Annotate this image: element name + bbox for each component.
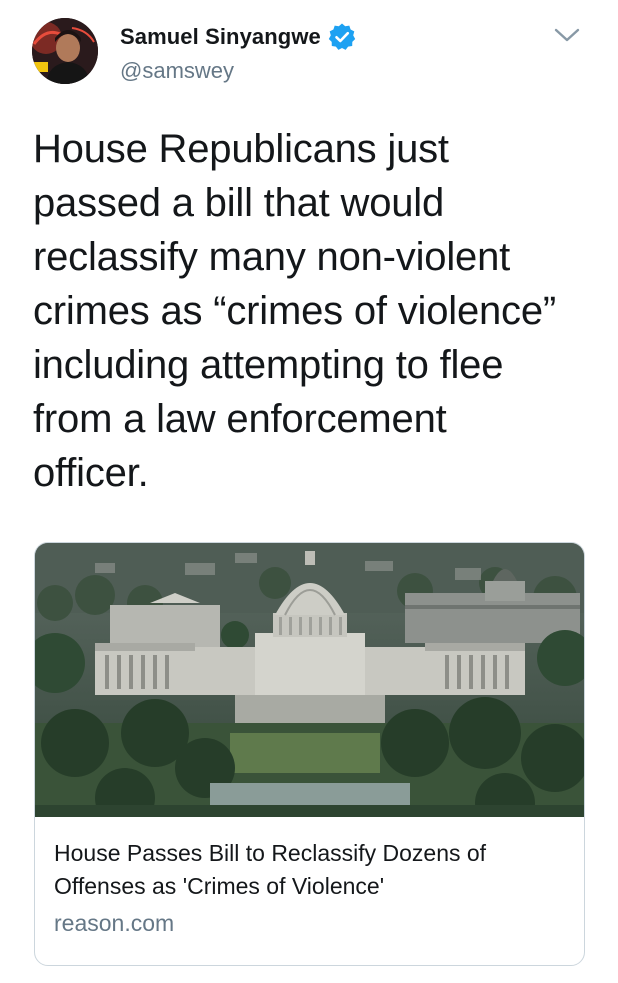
author-names: Samuel Sinyangwe @samswey — [120, 22, 357, 84]
link-card-title[interactable]: House Passes Bill to Reclassify Dozens o… — [54, 837, 566, 903]
tweet-text-line: officer. — [33, 451, 149, 495]
tweet-text-line: reclassify many non-violent — [33, 235, 511, 279]
display-name-row: Samuel Sinyangwe — [120, 22, 357, 52]
handle[interactable]: @samswey — [120, 58, 357, 84]
avatar[interactable] — [32, 18, 98, 84]
tweet-header: Samuel Sinyangwe @samswey — [0, 0, 618, 110]
tweet-text-line: House Republicans just — [33, 127, 449, 171]
tweet-text-line: crimes as “crimes of violence” — [33, 289, 557, 333]
chevron-down-icon[interactable] — [552, 24, 582, 46]
link-card-domain: reason.com — [54, 910, 175, 936]
tweet-text-line: including attempting to flee — [33, 343, 504, 387]
tweet-text: House Republicans just passed a bill tha… — [33, 122, 603, 500]
verified-badge-icon — [327, 22, 357, 52]
tweet-text-line: passed a bill that would — [33, 181, 445, 225]
link-card[interactable]: House Passes Bill to Reclassify Dozens o… — [34, 542, 585, 966]
tweet-text-line: from a law enforcement — [33, 397, 447, 441]
link-card-image[interactable] — [35, 543, 584, 817]
display-name[interactable]: Samuel Sinyangwe — [120, 24, 321, 50]
link-card-body: House Passes Bill to Reclassify Dozens o… — [35, 817, 584, 940]
